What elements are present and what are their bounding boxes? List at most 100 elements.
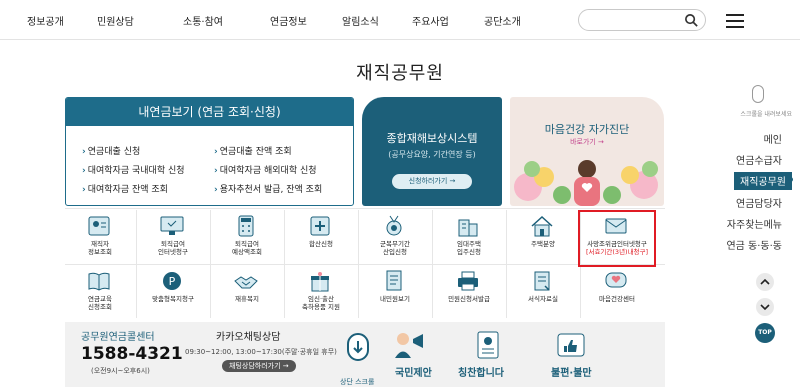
service-forms-library[interactable]: 서식자료실 (508, 267, 578, 319)
call-center-hours: (오전9시~오후6시) (91, 367, 150, 375)
chevron-right-icon: › (82, 147, 86, 157)
proposal-link[interactable]: 국민제안 (395, 364, 432, 379)
active-indicator (788, 177, 793, 182)
nav-pension-info[interactable]: 연금정보 (270, 13, 307, 28)
tuition-domestic-link[interactable]: › 대여학자금 국내대학 신청 (82, 163, 185, 176)
side-item-faq-menu[interactable]: 자주찾는메뉴 (727, 216, 782, 231)
search-icon[interactable] (684, 13, 699, 28)
grid-divider (284, 210, 285, 318)
nav-info[interactable]: 정보공개 (27, 13, 64, 28)
chevron-down-icon (760, 304, 770, 311)
call-center-title: 공무원연금콜센터 (81, 332, 155, 343)
megaphone-person-icon (395, 333, 423, 358)
highlight-box (578, 210, 656, 267)
calculator-icon (238, 215, 254, 237)
kakao-hours: 09:30~12:00, 13:00~17:30(주말·공휴일 휴무) (185, 348, 337, 356)
side-item-main[interactable]: 메인 (764, 131, 782, 146)
kakao-chat-button[interactable]: 채팅상담하러가기 → (222, 360, 296, 372)
side-item-pension-dongdong[interactable]: 연금 동·동·동 (726, 237, 782, 252)
id-card-icon (88, 216, 110, 236)
complaint-link[interactable]: 불편·불만 (551, 364, 592, 379)
search-box[interactable] (578, 9, 706, 31)
chevron-right-icon: › (214, 185, 218, 195)
kakao-title: 카카오채팅상담 (216, 332, 281, 343)
grid-divider (432, 210, 433, 318)
side-item-manager[interactable]: 연금담당자 (736, 195, 782, 210)
printer-icon (458, 271, 478, 291)
compensation-title: 종합재해보상시스템 (386, 132, 478, 145)
mouse-scroll-icon (752, 85, 764, 103)
nav-consult[interactable]: 민원상담 (97, 13, 134, 28)
service-partner-welfare[interactable]: 재휴복지 (212, 267, 282, 319)
top-button[interactable]: TOP (755, 323, 775, 343)
service-retire-claim[interactable]: 퇴직급여 인터넷청구 (138, 212, 208, 264)
side-item-employee[interactable]: 재직공무원 (734, 172, 792, 190)
service-mind-health-center[interactable]: 마음건강센터 (582, 267, 652, 319)
chevron-right-icon: › (82, 185, 86, 195)
grid-divider (136, 210, 137, 318)
service-retire-estimate[interactable]: 퇴직급여 예상액조회 (212, 212, 282, 264)
monitor-icon (160, 216, 184, 235)
service-rental-housing[interactable]: 임대주택 입주신청 (434, 212, 504, 264)
scroll-up-button[interactable] (756, 273, 774, 291)
svg-text:P: P (169, 275, 176, 288)
file-folder-icon (534, 271, 550, 291)
scroll-down-icon[interactable] (346, 332, 370, 362)
hamburger-menu-icon[interactable] (724, 10, 746, 30)
praise-card-icon (477, 331, 499, 359)
tuition-overseas-link[interactable]: › 대여학자금 해외대학 신청 (214, 163, 317, 176)
mind-health-title: 마음건강 자가진단 (544, 123, 630, 136)
loan-balance-link[interactable]: › 연금대출 잔액 조회 (214, 144, 292, 157)
document-icon (386, 270, 402, 291)
compensation-apply-button[interactable]: 신청하러가기 → (392, 174, 472, 189)
praise-link[interactable]: 칭찬합니다 (458, 364, 504, 379)
grid-divider (506, 210, 507, 318)
tuition-balance-link[interactable]: › 대여학자금 잔액 조회 (82, 182, 168, 195)
recommendation-link[interactable]: › 용자추천서 발급, 잔액 조회 (214, 182, 322, 195)
grid-middle-line (65, 264, 665, 265)
scroll-hint-text: 스크롤을 내려보세요 (740, 111, 792, 118)
service-welfare-claim[interactable]: P 맞춤형복지청구 (138, 267, 208, 319)
service-house-sale[interactable]: 주택분양 (508, 212, 578, 264)
thumbs-icon (557, 333, 585, 357)
search-input[interactable] (589, 13, 684, 27)
medal-icon (386, 215, 402, 236)
pension-loan-card-header[interactable]: 내연금보기 (연금 조회·신청) (66, 98, 353, 126)
nav-participate[interactable]: 소통·참여 (183, 13, 223, 28)
page-title: 재직공무원 (356, 63, 444, 84)
scroll-label: 상단 스크롤 (340, 378, 375, 386)
scroll-down-button[interactable] (756, 298, 774, 316)
nav-news[interactable]: 알림소식 (342, 13, 379, 28)
service-my-complaints[interactable]: 내민원보기 (360, 267, 430, 319)
grid-top-line (65, 208, 665, 209)
house-icon (531, 215, 553, 237)
point-coin-icon: P (163, 272, 181, 290)
service-birth-support[interactable]: 임신·출산 축하용품 지원 (286, 267, 356, 319)
chevron-up-icon (760, 278, 770, 285)
side-item-recipient[interactable]: 연금수급자 (736, 152, 782, 167)
top-navigation: 정보공개 민원상담 소통·참여 연금정보 알림소식 주요사업 공단소개 (0, 0, 800, 40)
chevron-right-icon: › (214, 147, 218, 157)
service-sum-apply[interactable]: 합산신청 (286, 212, 356, 264)
sum-icon (310, 216, 330, 236)
service-employee-info[interactable]: 재직자 정보조회 (65, 212, 135, 264)
grid-divider (210, 210, 211, 318)
contact-bar: 공무원연금콜센터 1588-4321 (오전9시~오후6시) 카카오채팅상담 0… (65, 322, 665, 387)
chevron-right-icon: › (214, 166, 218, 176)
loan-apply-link[interactable]: › 연금대출 신청 (82, 144, 140, 157)
call-center-phone[interactable]: 1588-4321 (81, 344, 183, 364)
mind-health-illustration (514, 160, 658, 206)
mind-health-card[interactable]: 마음건강 자가진단 바로가기 → (510, 97, 664, 206)
service-military-period[interactable]: 군복무기간 산입신청 (360, 212, 430, 264)
mind-health-link[interactable]: 바로가기 → (510, 137, 664, 147)
service-pension-education[interactable]: 연금교육 신청조회 (65, 267, 135, 319)
chevron-right-icon: › (82, 166, 86, 176)
pension-loan-card: 내연금보기 (연금 조회·신청) › 연금대출 신청 › 연금대출 잔액 조회 › 대… (65, 97, 354, 206)
service-certificate-issue[interactable]: 민원신청서발급 (434, 267, 504, 319)
compensation-system-card[interactable]: 종합재해보상시스템 (공무상요양, 기간연장 등) 신청하러가기 → (362, 97, 502, 206)
nav-about[interactable]: 공단소개 (484, 13, 521, 28)
gift-icon (311, 272, 329, 292)
book-icon (88, 272, 110, 291)
compensation-subtitle: (공무상요양, 기간연장 등) (388, 150, 476, 159)
nav-business[interactable]: 주요사업 (412, 13, 449, 28)
